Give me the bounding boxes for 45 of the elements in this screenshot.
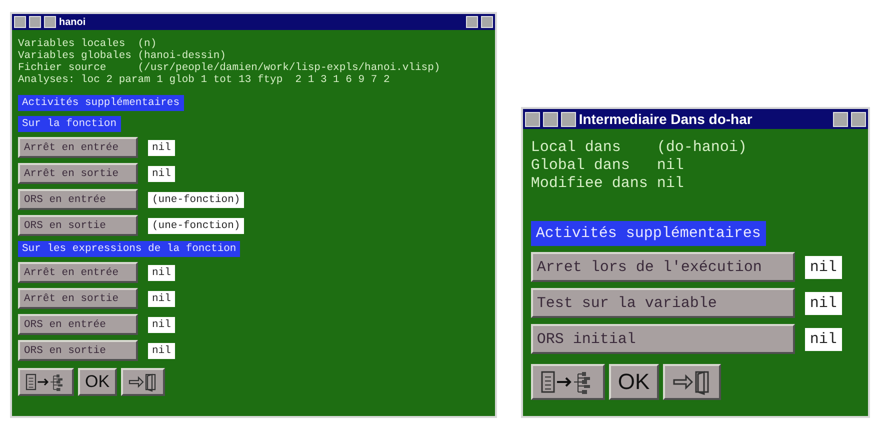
option-button[interactable]: Arrêt en entrée xyxy=(18,262,138,283)
option-button[interactable]: Test sur la variable xyxy=(530,288,795,318)
option-button[interactable]: Arrêt en sortie xyxy=(18,288,138,309)
section-heading: Activités supplémentaires xyxy=(18,95,184,111)
value-field: nil xyxy=(148,290,175,306)
exit-button[interactable] xyxy=(120,368,165,396)
group-heading: Sur les expressions de la fonction xyxy=(18,241,240,257)
minimize-button[interactable] xyxy=(466,16,478,28)
option-button[interactable]: ORS en sortie xyxy=(18,340,138,361)
value-field: nil xyxy=(804,328,842,350)
info-text: Local dans (do-hanoi) Global dans nil Modifiee dans nil xyxy=(530,139,748,193)
value-field: nil xyxy=(148,316,175,332)
value-field: nil xyxy=(148,264,175,280)
minimize-button[interactable] xyxy=(833,112,848,126)
value-field: nil xyxy=(804,292,842,314)
arrow-to-door-icon xyxy=(128,372,158,392)
maximize-button[interactable] xyxy=(851,112,866,126)
value-field: (une-fonction) xyxy=(148,192,244,208)
window-title: hanoi xyxy=(59,16,87,28)
diagram-button[interactable] xyxy=(18,368,74,396)
arrow-to-door-icon xyxy=(672,369,712,395)
value-field: nil xyxy=(148,342,175,358)
maximize-button[interactable] xyxy=(480,16,493,28)
value-field: nil xyxy=(804,256,842,278)
ok-button[interactable]: OK xyxy=(78,368,117,396)
option-button[interactable]: ORS en sortie xyxy=(18,215,138,236)
info-text: Variables locales (n) Variables globales (hanoi-dessin) Fichier source (/usr/people/damien/work/lisp-expls/hanoi.vlisp) Analyses: loc 2 param 1 glob 1 tot 13 ftyp 2 1 3 1 6 9 7 2 xyxy=(18,38,442,86)
value-field: (une-fonction) xyxy=(148,218,244,234)
option-button[interactable]: ORS en entrée xyxy=(18,189,138,210)
value-field: nil xyxy=(148,140,175,156)
option-button[interactable]: ORS initial xyxy=(530,324,795,354)
window-menu-button[interactable] xyxy=(524,112,540,126)
option-button[interactable]: Arret lors de l'exécution xyxy=(530,252,795,282)
ok-button[interactable]: OK xyxy=(608,364,659,400)
option-button[interactable]: ORS en entrée xyxy=(18,314,138,335)
exit-button[interactable] xyxy=(662,364,721,400)
value-field: nil xyxy=(148,166,175,182)
window-menu-button[interactable] xyxy=(542,112,558,126)
diagram-button[interactable] xyxy=(530,364,605,400)
option-button[interactable]: Arrêt en sortie xyxy=(18,163,138,184)
window-icon-button[interactable] xyxy=(560,112,576,126)
section-heading: Activités supplémentaires xyxy=(530,221,766,246)
group-heading: Sur la fonction xyxy=(18,116,121,132)
option-button[interactable]: Arrêt en entrée xyxy=(18,137,138,158)
window-title: Intermediaire Dans do-har xyxy=(578,111,754,127)
